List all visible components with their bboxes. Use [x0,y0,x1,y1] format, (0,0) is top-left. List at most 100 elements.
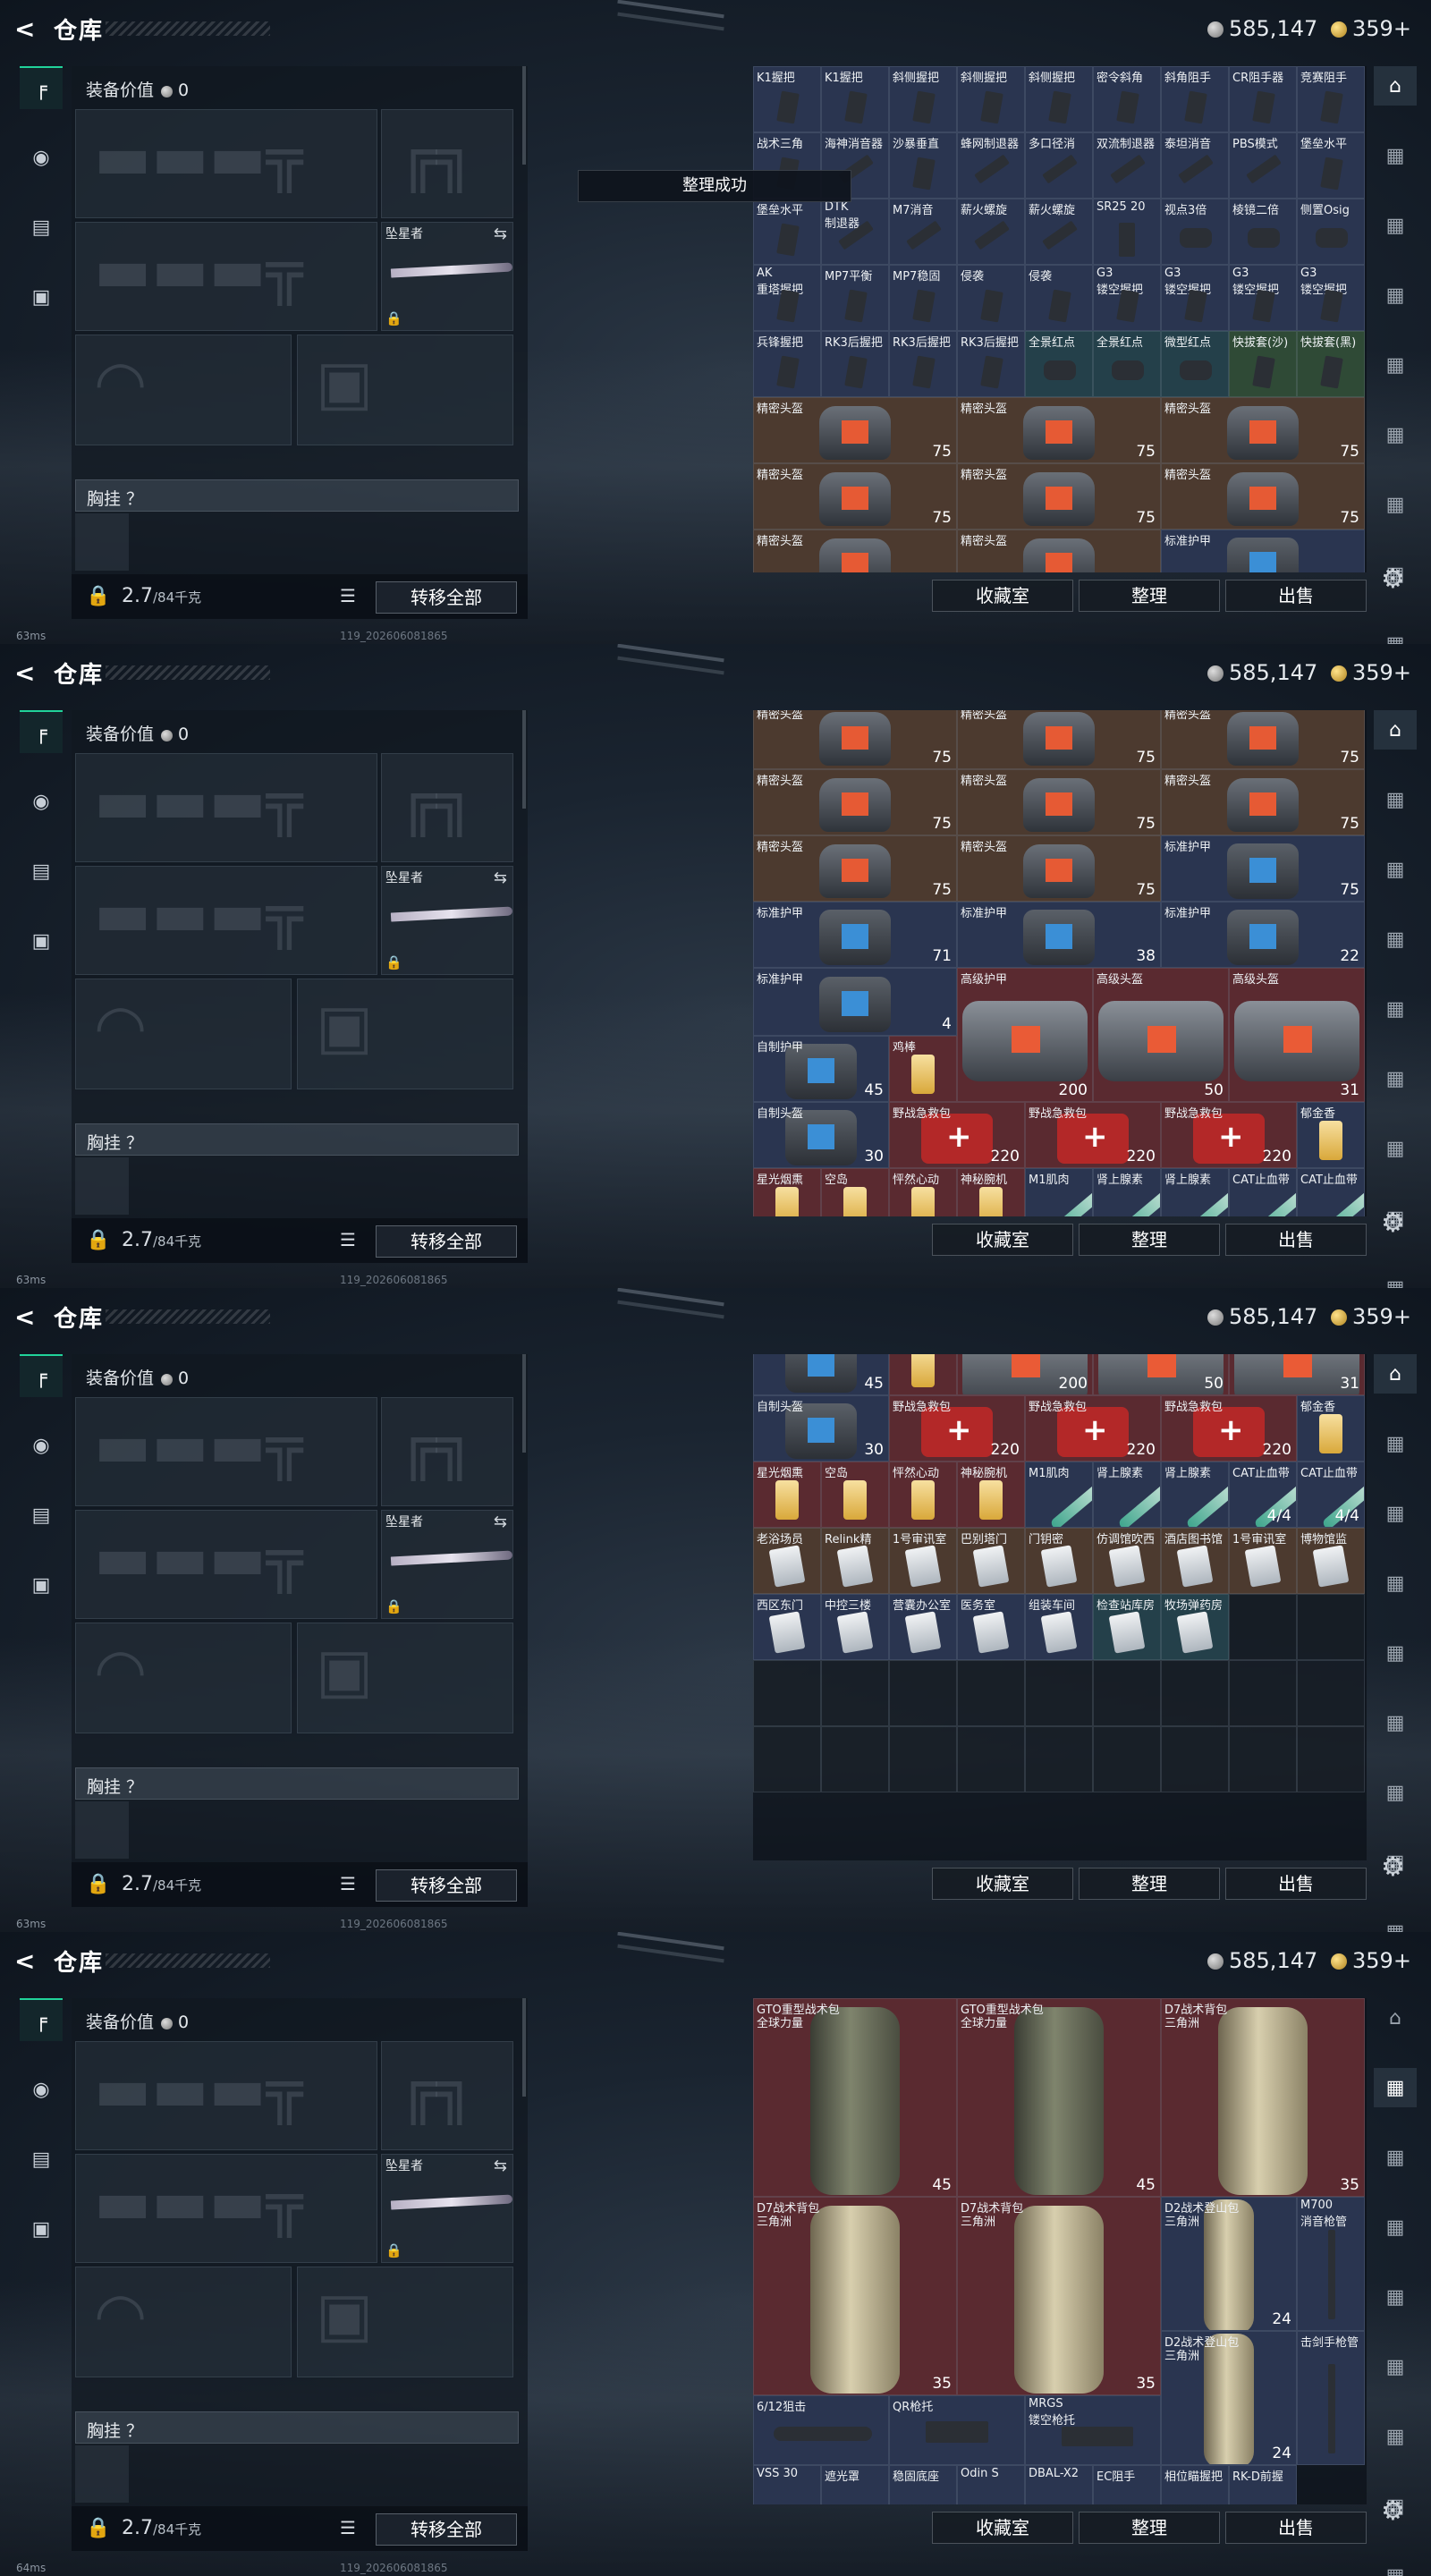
stash-item[interactable]: 酒店图书馆 [1161,1528,1229,1594]
sell-button[interactable]: 出售 [1225,1868,1367,1900]
vault-button[interactable]: 收藏室 [932,1868,1073,1900]
gear-icon[interactable]: ⚙ [1381,2496,1405,2527]
stash-item[interactable]: 肾上腺素 [1161,1168,1229,1216]
stash-page-6-icon[interactable]: ▦ [1374,1129,1417,1168]
stash-page-1-icon[interactable]: ▦ [1374,1424,1417,1463]
stash-item[interactable]: 怦然心动 [889,1462,957,1528]
vault-button[interactable]: 收藏室 [932,1224,1073,1256]
armor-slot[interactable]: ▣ [297,335,513,445]
stash-item[interactable]: VSS 30 [753,2465,821,2504]
stash-page-1-icon[interactable]: ▦ [1374,2068,1417,2107]
stash-item[interactable]: 标准护甲 75 [1161,835,1365,902]
stash-item[interactable]: EC阻手 [1093,2465,1161,2504]
stash-item[interactable]: 老浴场员 [753,1528,821,1594]
gold-currency[interactable]: 359+ [1331,660,1411,685]
gold-currency[interactable]: 359+ [1331,1948,1411,1973]
stash-item[interactable]: 薪火螺旋 [1025,199,1093,265]
stash-item[interactable]: MRGS 镂空枪托 [1025,2395,1161,2465]
equipment-scrollbar[interactable] [522,1354,526,1453]
helmet-tab-icon[interactable]: ◉ [20,2068,63,2111]
stash-item[interactable]: DBAL-X2 [1025,2465,1093,2504]
back-arrow-icon[interactable]: < [14,14,35,44]
secondary-weapon-slot[interactable]: ▬▬▬╦ [75,1510,377,1619]
secondary-weapon-slot[interactable]: ▬▬▬╦ [75,2154,377,2263]
vest-tab-icon[interactable]: ▤ [20,1494,63,1537]
empty-slot[interactable] [957,1726,1025,1792]
vault-button[interactable]: 收藏室 [932,580,1073,612]
stash-item[interactable]: 标准护甲 38 [957,902,1161,968]
stash-item[interactable]: 6/12狙击 [753,2395,889,2465]
stash-item[interactable]: 门钥密 [1025,1528,1093,1594]
stash-item[interactable]: 精密头盔 [753,530,957,572]
back-arrow-icon[interactable]: < [14,1302,35,1332]
stash-page-3-icon[interactable]: ▦ [1374,919,1417,959]
stash-item[interactable]: 空岛 [821,1168,889,1216]
stash-page-2-icon[interactable]: ▦ [1374,2138,1417,2177]
briefcase-tab-icon[interactable]: ▣ [20,919,63,962]
secondary-weapon-slot[interactable]: ▬▬▬╦ [75,866,377,975]
stash-item[interactable]: D7战术背包 三角洲 35 [1161,1998,1365,2197]
stash-item[interactable]: MP7稳固 [889,265,957,331]
stash-item[interactable]: 斜侧握把 [889,66,957,132]
empty-slot[interactable] [1025,1660,1093,1726]
pistol-slot[interactable]: ╔╗ [381,2041,513,2150]
stash-item[interactable]: D2战术登山包 三角洲 24 [1161,2197,1297,2331]
knife-slot[interactable]: 坠星者 ⇆ 🔒 [381,866,513,975]
empty-slot[interactable] [1229,1660,1297,1726]
stash-item[interactable]: 高级护甲 200 [957,968,1093,1102]
gear-icon[interactable]: ⚙ [1381,1208,1405,1239]
chest-rig-slot[interactable]: 胸挂 ？ [75,1767,519,1800]
stash-page-4-icon[interactable]: ▦ [1374,2277,1417,2317]
chest-rig-slot[interactable]: 胸挂 ？ [75,2411,519,2444]
swap-icon[interactable]: ⇆ [494,2157,507,2175]
pistol-slot[interactable]: ╔╗ [381,1397,513,1506]
stash-item[interactable]: 西区东门 [753,1594,821,1660]
stash-page-4-icon[interactable]: ▦ [1374,989,1417,1029]
empty-slot[interactable] [889,1660,957,1726]
empty-slot[interactable] [753,1660,821,1726]
stash-item[interactable]: 鸡棒 [889,1354,957,1395]
briefcase-tab-icon[interactable]: ▣ [20,2207,63,2250]
swap-icon[interactable]: ⇆ [494,869,507,887]
helmet-slot[interactable]: ◠ [75,1623,292,1733]
stash-item[interactable]: GTO重型战术包 全球力量 45 [957,1998,1161,2197]
stash-item[interactable]: 多口径消 [1025,132,1093,199]
stash-item[interactable]: 高级头盔50 [1093,1354,1229,1395]
gun-tab-icon[interactable]: ╒ [20,1354,63,1397]
primary-weapon-slot[interactable]: ▬▬▬╦ [75,2041,377,2150]
empty-slot[interactable] [1297,1594,1365,1660]
stash-item[interactable]: 野战急救包 220 [1161,1395,1297,1462]
stash-item[interactable]: 精密头盔 75 [753,769,957,835]
empty-slot[interactable] [1229,1594,1297,1660]
briefcase-tab-icon[interactable]: ▣ [20,275,63,318]
stash-item[interactable]: RK3后握把 [957,331,1025,397]
back-arrow-icon[interactable]: < [14,1946,35,1976]
helmet-slot[interactable]: ◠ [75,979,292,1089]
empty-slot[interactable] [889,1726,957,1792]
stash-item[interactable]: 神秘腕机 [957,1462,1025,1528]
stash-page-6-icon[interactable]: ▦ [1374,485,1417,524]
transfer-all-button[interactable]: 转移全部 [376,581,517,614]
empty-slot[interactable] [1229,1726,1297,1792]
vault-button[interactable]: 收藏室 [932,2512,1073,2544]
stash-item[interactable]: RK-D前握 [1229,2465,1297,2504]
stash-page-8-icon[interactable]: ▦ [1374,1268,1417,1289]
plus-icon[interactable]: + [1393,660,1411,685]
stash-item[interactable]: 星光烟熏 [753,1462,821,1528]
empty-slot[interactable] [1161,1660,1229,1726]
stash-item[interactable]: G3 镂空握把 [1093,265,1161,331]
stash-item[interactable]: K1握把 [753,66,821,132]
sell-button[interactable]: 出售 [1225,580,1367,612]
vault-tab-icon[interactable]: ⌂ [1374,66,1417,106]
stash-item[interactable]: 自制护甲45 [753,1036,889,1102]
stash-item[interactable]: 遮光罩 [821,2465,889,2504]
stash-item[interactable]: 精密头盔 75 [1161,769,1365,835]
stash-item[interactable]: M1肌肉 [1025,1462,1093,1528]
stash-page-3-icon[interactable]: ▦ [1374,2207,1417,2247]
stash-item[interactable]: M7消音 [889,199,957,265]
stash-page-8-icon[interactable]: ▦ [1374,624,1417,645]
stash-item[interactable]: 自制护甲45 [753,1354,889,1395]
stash-item[interactable]: 全景红点 [1093,331,1161,397]
equipment-scrollbar[interactable] [522,66,526,165]
stash-item[interactable]: 自制头盔 30 [753,1395,889,1462]
